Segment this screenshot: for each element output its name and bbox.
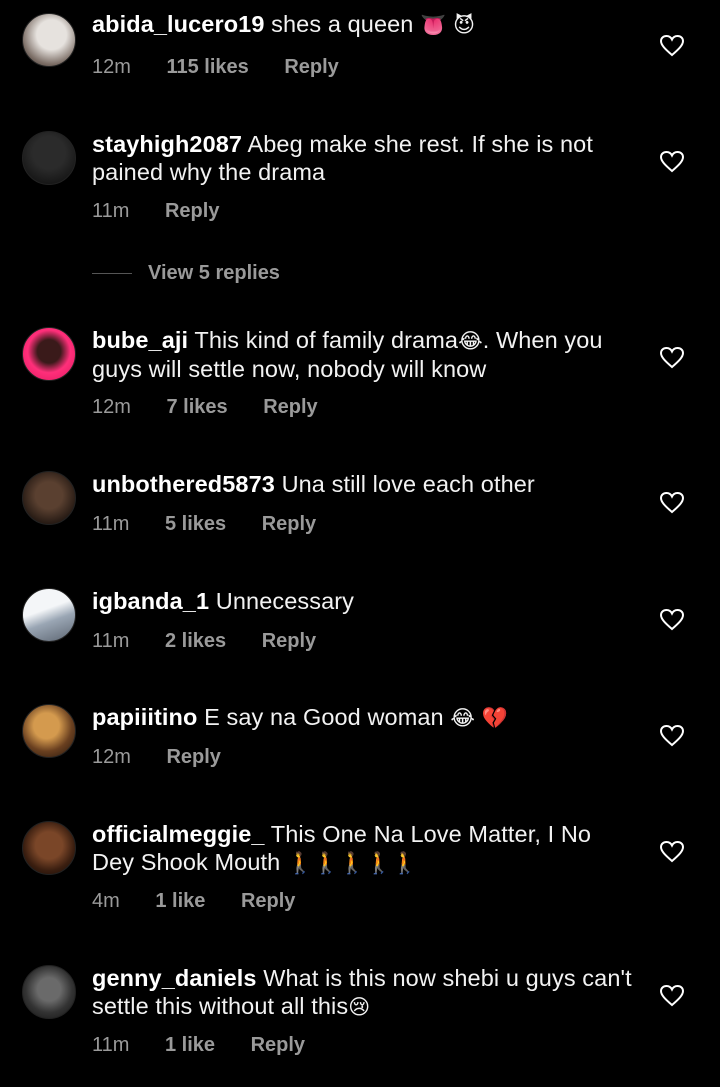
reply-button[interactable]: Reply	[241, 890, 295, 913]
comment-text: unbothered5873 Una still love each other	[92, 470, 632, 498]
heart-icon[interactable]	[660, 725, 684, 747]
timestamp: 11m	[92, 200, 130, 222]
comment-text: officialmeggie_ This One Na Love Matter,…	[92, 820, 632, 877]
heart-icon[interactable]	[660, 35, 684, 57]
avatar[interactable]	[22, 327, 76, 381]
comment-body: E say na Good woman	[204, 704, 444, 730]
comment-body: Unnecessary	[215, 588, 355, 614]
likes-count[interactable]: 115 likes	[166, 56, 248, 79]
timestamp: 11m	[92, 513, 130, 535]
comment-text: igbanda_1 Unnecessary	[92, 587, 632, 615]
comment-meta: 12m 7 likes Reply	[92, 396, 318, 419]
timestamp: 11m	[92, 630, 130, 652]
comment-body: shes a queen	[271, 11, 414, 37]
timestamp: 11m	[92, 1034, 130, 1056]
likes-count[interactable]: 7 likes	[166, 396, 227, 419]
likes-count[interactable]: 1 like	[155, 890, 205, 913]
avatar[interactable]	[22, 13, 76, 67]
timestamp: 12m	[92, 56, 131, 78]
timestamp: 12m	[92, 396, 131, 418]
likes-count[interactable]: 2 likes	[165, 630, 226, 653]
avatar[interactable]	[22, 588, 76, 642]
comment-text: abida_lucero19 shes a queen 👅 😈	[92, 10, 632, 39]
heart-icon[interactable]	[660, 609, 684, 631]
emoji: 🚶🚶🚶🚶🚶	[286, 851, 419, 875]
likes-count[interactable]: 1 like	[165, 1034, 215, 1057]
reply-button[interactable]: Reply	[166, 746, 220, 769]
comment-meta: 11m 1 like Reply	[92, 1034, 305, 1057]
heart-icon[interactable]	[660, 347, 684, 369]
comment-username[interactable]: genny_daniels	[92, 965, 257, 991]
comment-body: This kind of family drama	[194, 327, 459, 353]
emoji: 👅 😈	[420, 13, 476, 37]
reply-button[interactable]: Reply	[262, 630, 316, 653]
heart-icon[interactable]	[660, 151, 684, 173]
comment-text: genny_daniels What is this now shebi u g…	[92, 964, 632, 1021]
view-replies-label: View 5 replies	[148, 262, 280, 284]
reply-button[interactable]: Reply	[251, 1034, 305, 1057]
comment-body: Una still love each other	[281, 471, 535, 497]
emoji: 😂	[458, 329, 483, 353]
comment-username[interactable]: papiiitino	[92, 704, 197, 730]
comment-meta: 12m 115 likes Reply	[92, 56, 339, 79]
comment-username[interactable]: bube_aji	[92, 327, 188, 353]
comment-meta: 4m 1 like Reply	[92, 890, 295, 913]
comment-username[interactable]: stayhigh2087	[92, 131, 242, 157]
reply-button[interactable]: Reply	[263, 396, 317, 419]
comment-username[interactable]: igbanda_1	[92, 588, 209, 614]
comment-meta: 11m 2 likes Reply	[92, 630, 316, 653]
avatar[interactable]	[22, 704, 76, 758]
comment-meta: 12m Reply	[92, 746, 221, 769]
comment-text: bube_aji This kind of family drama😂. Whe…	[92, 326, 632, 383]
comment-username[interactable]: officialmeggie_	[92, 821, 265, 847]
reply-button[interactable]: Reply	[284, 56, 338, 79]
emoji: 😂 💔	[450, 706, 509, 730]
heart-icon[interactable]	[660, 985, 684, 1007]
avatar[interactable]	[22, 131, 76, 185]
timestamp: 4m	[92, 890, 120, 912]
avatar[interactable]	[22, 965, 76, 1019]
avatar[interactable]	[22, 821, 76, 875]
likes-count[interactable]: 5 likes	[165, 513, 226, 536]
heart-icon[interactable]	[660, 841, 684, 863]
reply-button[interactable]: Reply	[165, 200, 219, 223]
timestamp: 12m	[92, 746, 131, 768]
comment-username[interactable]: abida_lucero19	[92, 11, 265, 37]
comment-text: stayhigh2087 Abeg make she rest. If she …	[92, 130, 632, 186]
comment-username[interactable]: unbothered5873	[92, 471, 275, 497]
emoji: 😢	[348, 995, 371, 1019]
view-replies-button[interactable]: View 5 replies	[92, 262, 280, 285]
comment-meta: 11m Reply	[92, 200, 219, 223]
reply-button[interactable]: Reply	[262, 513, 316, 536]
divider	[92, 273, 132, 274]
avatar[interactable]	[22, 471, 76, 525]
comment-text: papiiitino E say na Good woman 😂 💔	[92, 703, 632, 732]
comment-meta: 11m 5 likes Reply	[92, 513, 316, 536]
heart-icon[interactable]	[660, 492, 684, 514]
